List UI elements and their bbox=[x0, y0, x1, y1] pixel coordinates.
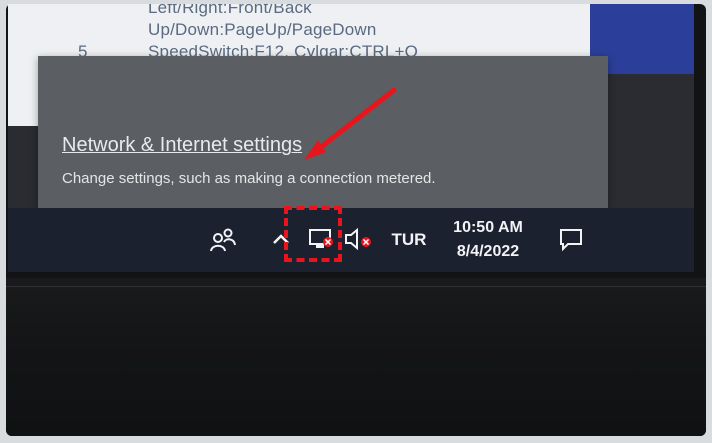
red-arrow-annotation bbox=[304, 87, 397, 160]
screen: Left/Right:Front/Back Up/Down:PageUp/Pag… bbox=[8, 4, 694, 272]
monitor-bezel-lower bbox=[6, 278, 706, 436]
network-icon-highlight bbox=[284, 206, 342, 262]
bezel-edge bbox=[6, 286, 706, 287]
